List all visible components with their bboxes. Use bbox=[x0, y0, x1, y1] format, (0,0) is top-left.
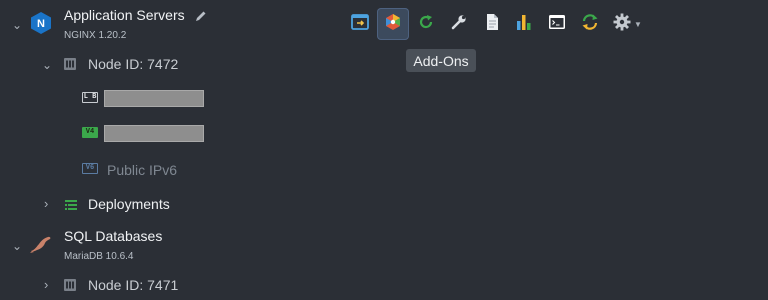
node-collapse-chevron-icon[interactable]: ⌄ bbox=[42, 59, 52, 71]
caret-down-icon: ▼ bbox=[634, 19, 642, 29]
nginx-logo-icon: N bbox=[30, 11, 52, 35]
mariadb-seal-icon bbox=[29, 234, 53, 254]
public-ipv6-link[interactable]: Public IPv6 bbox=[107, 162, 177, 178]
edit-pencil-icon[interactable] bbox=[194, 9, 208, 23]
gear-icon bbox=[612, 12, 632, 37]
ipv6-icon: V6 bbox=[82, 163, 98, 174]
open-in-browser-button[interactable] bbox=[344, 8, 376, 40]
add-ons-icon bbox=[383, 12, 403, 37]
log-button[interactable] bbox=[476, 8, 508, 40]
ip-address-redacted bbox=[104, 90, 204, 107]
app-servers-version: NGINX 1.20.2 bbox=[64, 30, 127, 41]
statistics-button[interactable] bbox=[508, 8, 540, 40]
sql-collapse-chevron-icon[interactable]: ⌄ bbox=[12, 240, 22, 252]
open-in-browser-icon bbox=[350, 12, 370, 37]
load-balancer-ip-icon: L B bbox=[82, 92, 98, 103]
deployments-expand-chevron-icon[interactable]: › bbox=[44, 197, 48, 210]
sql-databases-title[interactable]: SQL Databases bbox=[64, 228, 162, 244]
ipv4-address-redacted bbox=[104, 125, 204, 142]
redeploy-icon bbox=[580, 12, 600, 37]
config-button[interactable] bbox=[443, 8, 475, 40]
node-icon bbox=[63, 57, 77, 71]
sql-databases-version: MariaDB 10.6.4 bbox=[64, 251, 134, 262]
wrench-icon bbox=[449, 12, 469, 37]
settings-dropdown-button[interactable]: ▼ bbox=[607, 8, 647, 40]
sql-node-icon bbox=[63, 278, 77, 292]
collapse-chevron-icon[interactable]: ⌄ bbox=[12, 19, 22, 31]
terminal-icon bbox=[547, 12, 567, 37]
deployments-icon bbox=[64, 198, 78, 212]
web-ssh-button[interactable] bbox=[541, 8, 573, 40]
sql-node-id-label[interactable]: Node ID: 7471 bbox=[88, 277, 178, 293]
app-servers-title[interactable]: Application Servers bbox=[64, 7, 185, 23]
document-icon bbox=[482, 12, 502, 37]
statistics-bars-icon bbox=[514, 12, 534, 37]
ipv4-icon: V4 bbox=[82, 127, 98, 138]
deployments-label[interactable]: Deployments bbox=[88, 196, 170, 212]
redeploy-button[interactable] bbox=[574, 8, 606, 40]
restart-icon bbox=[416, 12, 436, 37]
svg-text:N: N bbox=[37, 18, 45, 30]
add-ons-button[interactable] bbox=[377, 8, 409, 40]
add-ons-tooltip: Add-Ons bbox=[406, 49, 476, 72]
node-id-label[interactable]: Node ID: 7472 bbox=[88, 56, 178, 72]
restart-button[interactable] bbox=[410, 8, 442, 40]
sql-node-expand-chevron-icon[interactable]: › bbox=[44, 278, 48, 291]
tooltip-text: Add-Ons bbox=[413, 52, 469, 69]
